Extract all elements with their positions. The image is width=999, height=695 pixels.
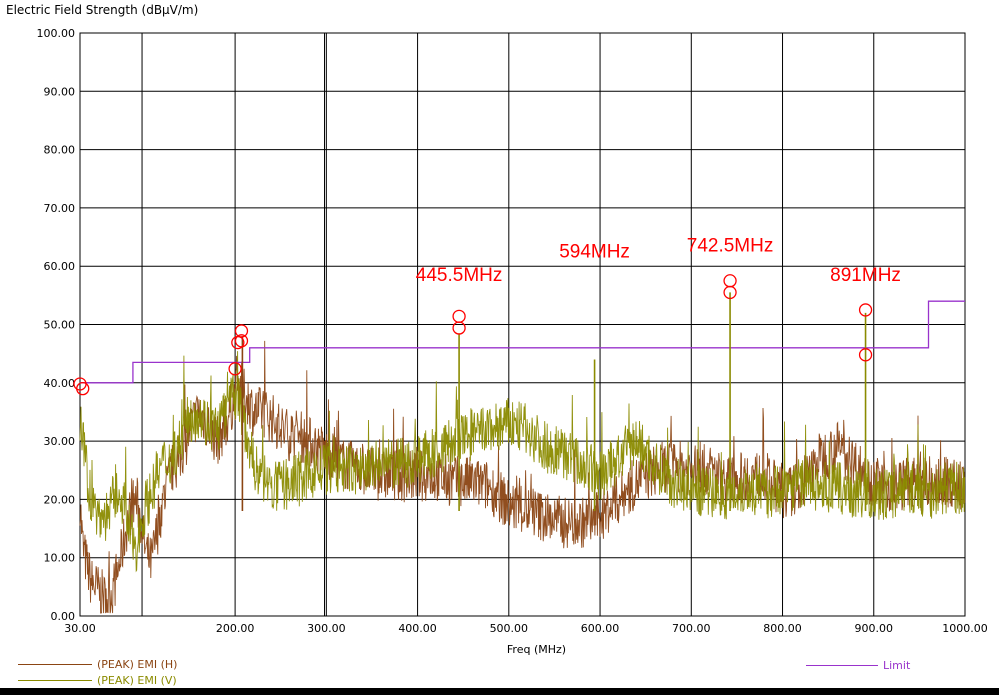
x-tick-label: 200.00 (216, 622, 255, 635)
legend-label-limit: Limit (883, 659, 911, 672)
y-tick-label: 30.00 (44, 435, 76, 448)
legend-label-h: (PEAK) EMI (H) (97, 658, 178, 671)
y-tick-label: 40.00 (44, 377, 76, 390)
y-tick-label: 100.00 (37, 27, 76, 40)
y-axis-title: Electric Field Strength (dBμV/m) (6, 3, 199, 17)
x-tick-label: 30.00 (64, 622, 96, 635)
x-tick-label: 400.00 (398, 622, 437, 635)
chart: 0.0010.0020.0030.0040.0050.0060.0070.008… (37, 27, 988, 635)
y-tick-label: 10.00 (44, 552, 76, 565)
y-tick-label: 90.00 (44, 85, 76, 98)
annotation-label: 445.5MHz (416, 265, 503, 286)
y-tick-label: 80.00 (44, 144, 76, 157)
y-tick-label: 50.00 (44, 319, 76, 332)
x-tick-label: 1000.00 (942, 622, 988, 635)
x-tick-label: 800.00 (763, 622, 802, 635)
x-axis-title: Freq (MHz) (506, 643, 567, 656)
x-tick-label: 900.00 (855, 622, 894, 635)
x-tick-label: 300.00 (307, 622, 346, 635)
legend-swatch-v (18, 680, 92, 681)
legend-label-v: (PEAK) EMI (V) (97, 674, 177, 687)
x-tick-label: 700.00 (672, 622, 711, 635)
y-tick-label: 60.00 (44, 260, 76, 273)
bottom-bar (0, 688, 999, 695)
annotation-label: 742.5MHz (687, 236, 774, 257)
legend-swatch-limit (806, 665, 878, 666)
x-tick-label: 500.00 (490, 622, 529, 635)
annotation-label: 891MHz (830, 265, 901, 286)
x-tick-label: 600.00 (581, 622, 620, 635)
annotation-label: 594MHz (559, 241, 630, 262)
legend-swatch-h (18, 664, 92, 665)
y-tick-label: 70.00 (44, 202, 76, 215)
y-tick-label: 20.00 (44, 493, 76, 506)
